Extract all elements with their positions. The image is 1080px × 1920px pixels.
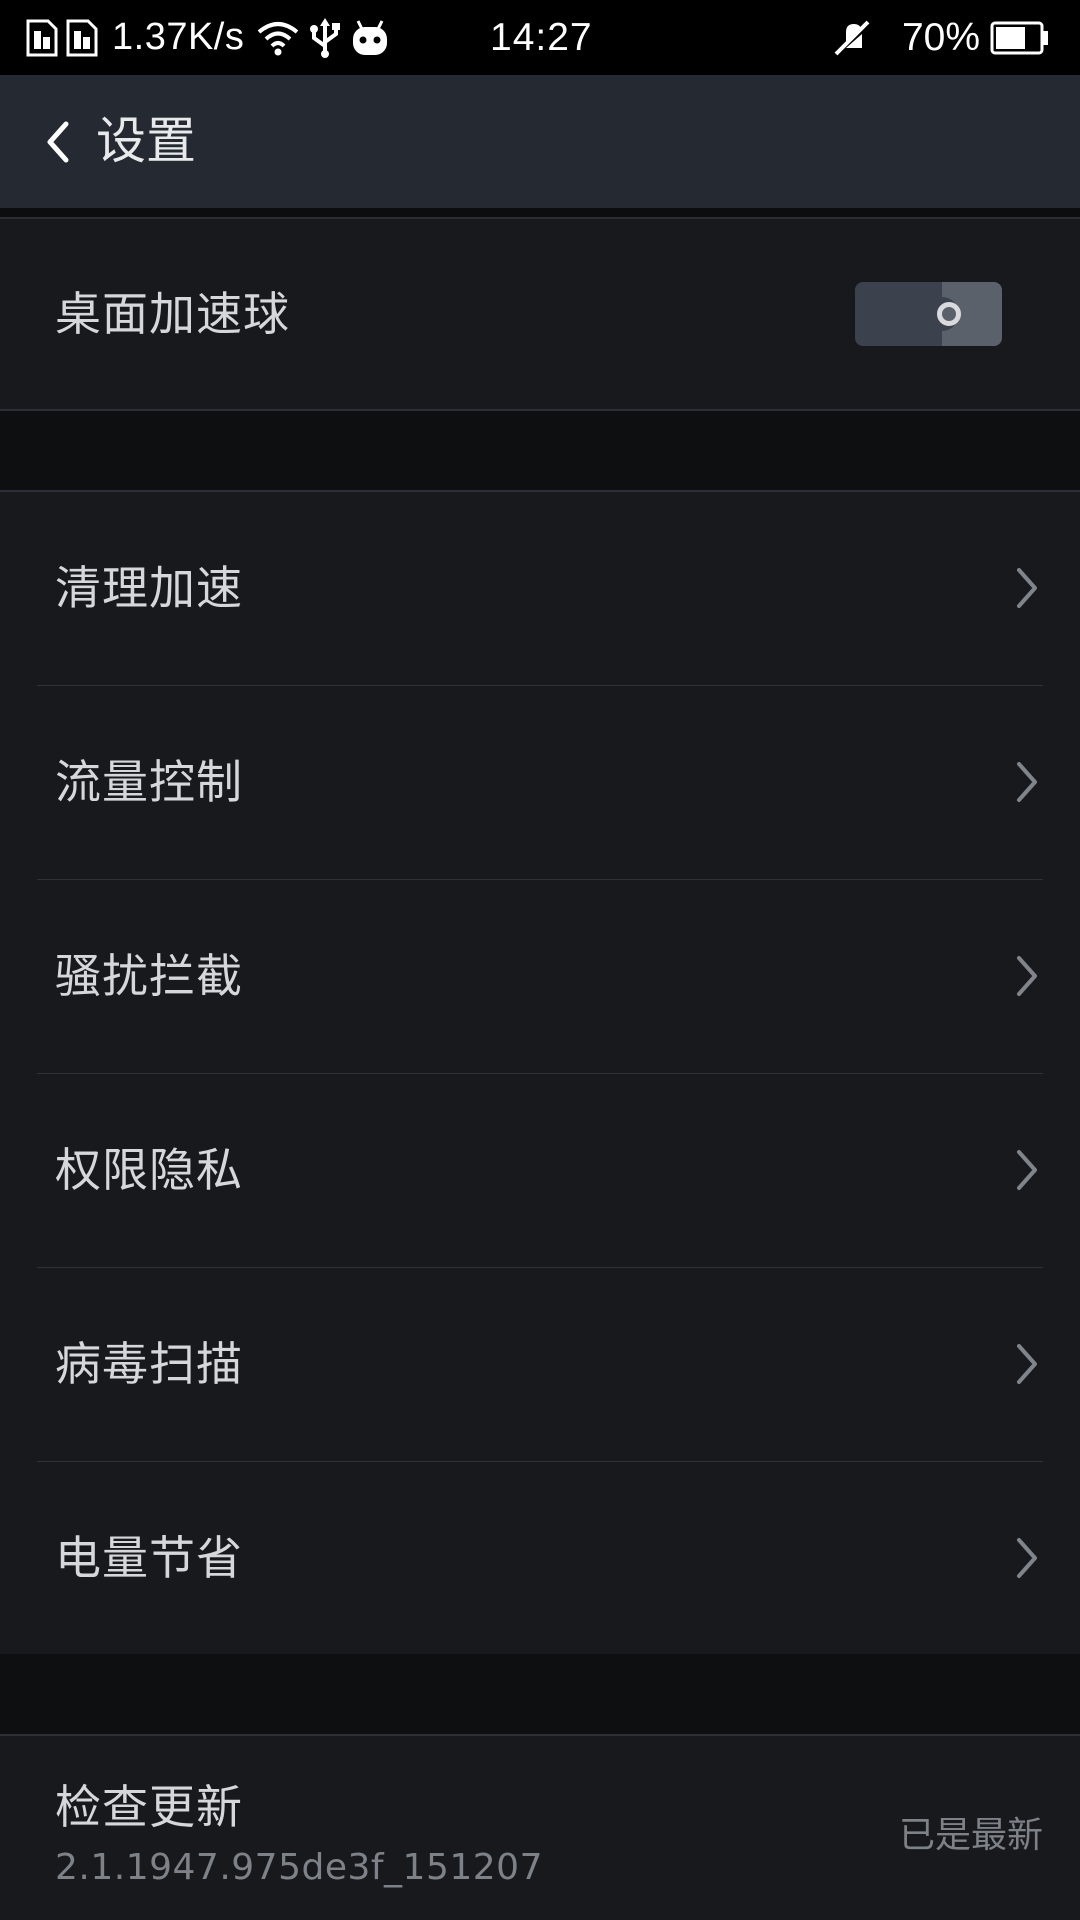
menu-item-power-saving[interactable]: 电量节省	[0, 1462, 1080, 1654]
menu-item-virus-scan[interactable]: 病毒扫描	[0, 1268, 1080, 1461]
version-text: 2.1.1947.975de3f_151207	[55, 1847, 543, 1888]
usb-icon	[308, 17, 342, 58]
sim-card-icon	[26, 19, 58, 57]
chevron-right-icon	[1012, 952, 1042, 1000]
mute-icon	[832, 18, 872, 58]
floating-ball-toggle[interactable]	[855, 282, 1002, 346]
chevron-right-icon	[1012, 1146, 1042, 1194]
menu-item-label: 流量控制	[55, 755, 243, 809]
check-update-row[interactable]: 检查更新 2.1.1947.975de3f_151207 已是最新	[0, 1736, 1080, 1920]
menu-item-label: 骚扰拦截	[55, 949, 243, 1003]
check-update-label: 检查更新	[55, 1780, 243, 1834]
status-bar-right: 70%	[832, 0, 1058, 75]
page-title: 设置	[96, 112, 196, 170]
battery-icon	[990, 21, 1050, 55]
app-bar: 设置	[0, 75, 1080, 208]
battery-percent: 70%	[901, 15, 980, 59]
status-time: 14:27	[490, 16, 593, 59]
wifi-icon	[256, 20, 300, 56]
chevron-right-icon	[1012, 564, 1042, 612]
toggle-ring-icon	[937, 302, 961, 326]
menu-item-label: 权限隐私	[55, 1143, 243, 1197]
menu-item-label: 清理加速	[55, 561, 243, 615]
back-button[interactable]	[22, 75, 92, 208]
android-icon	[350, 19, 390, 57]
section-gap	[0, 1654, 1080, 1734]
sim-card-icon	[66, 19, 98, 57]
chevron-right-icon	[1012, 1340, 1042, 1388]
menu-item-label: 病毒扫描	[55, 1337, 243, 1391]
back-arrow-icon	[47, 121, 69, 162]
chevron-right-icon	[1012, 1534, 1042, 1582]
menu-item-harassment-block[interactable]: 骚扰拦截	[0, 880, 1080, 1073]
menu-item-clean-boost[interactable]: 清理加速	[0, 492, 1080, 685]
floating-ball-label: 桌面加速球	[55, 287, 290, 341]
menu-item-label: 电量节省	[55, 1531, 243, 1585]
menu-item-traffic-control[interactable]: 流量控制	[0, 686, 1080, 879]
update-status: 已是最新	[898, 1815, 1043, 1856]
status-bar-left: 1.37K/s	[26, 0, 398, 75]
section-gap	[0, 411, 1080, 490]
menu-item-permission-privacy[interactable]: 权限隐私	[0, 1074, 1080, 1267]
network-speed: 1.37K/s	[112, 16, 245, 58]
chevron-right-icon	[1012, 758, 1042, 806]
status-bar: 1.37K/s 14:27 70%	[0, 0, 1080, 75]
